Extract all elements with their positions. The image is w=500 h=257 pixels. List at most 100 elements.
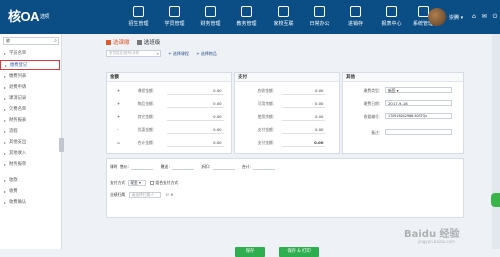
gear-icon xyxy=(417,6,429,17)
person-icon[interactable]: ⚇ xyxy=(166,192,169,197)
pay-method-select[interactable]: 现金 ▾ xyxy=(128,180,147,186)
pay-row-balance: 可用余额： 0.00 xyxy=(257,101,326,108)
receipt-number-input[interactable]: 170918042966-903TQu xyxy=(385,113,453,119)
subtotal-value xyxy=(253,165,276,170)
amount-row-course: + 课程金额： 0.00 xyxy=(116,88,224,95)
amount-title: 金额 xyxy=(107,73,231,82)
pay-amount-input[interactable]: 0.00 xyxy=(281,126,326,134)
add-course-button[interactable]: + 选择课程 xyxy=(168,51,189,57)
watermark: Baidu 经验 xyxy=(404,229,460,240)
other-title: 其他 xyxy=(343,73,463,82)
tab-select-class[interactable]: 选班级 xyxy=(136,38,160,46)
amount-row-other: + 其它金额： 0.00 xyxy=(116,113,224,121)
class-tab-icon xyxy=(136,39,142,45)
search-icon[interactable]: ⌕ xyxy=(157,51,159,56)
main-content: 选课缴 选班级 学员姓名/账号/手机 ⌕ + 选择课程 + 选择物品 金额 + 课程… xyxy=(66,34,500,257)
nav-home-school[interactable]: 家校互联 xyxy=(266,0,301,34)
payment-date-input[interactable]: 2017-9-18 xyxy=(385,100,453,106)
pay-method-row: 支付方式 现金 ▾ 组合支付方式 xyxy=(110,180,179,186)
pay-row-amount-2: 支付金额： 0.00 xyxy=(257,140,326,147)
add-item-button[interactable]: + 选择物品 xyxy=(196,51,217,57)
calendar-icon xyxy=(241,6,252,17)
nav-finance[interactable]: 财务管理 xyxy=(193,0,228,34)
sidebar-item-finance-form[interactable]: 财务报单 xyxy=(0,160,60,170)
nav-enrollment[interactable]: 招生管理 xyxy=(121,0,156,34)
payment-type-select[interactable]: 新签 ▾ xyxy=(385,87,453,93)
action-row: 学员姓名/账号/手机 ⌕ + 选择课程 + 选择物品 xyxy=(106,50,217,57)
amount-panel: 金额 + 课程金额： 0.00 + 物品金额： 0.00 + 其它金额： 0.00 - 优惠金… xyxy=(106,72,232,154)
logo-main: 核 xyxy=(8,9,21,24)
finance-icon xyxy=(205,6,216,17)
other-row-type: 缴费类型： 新签 ▾ xyxy=(343,87,463,94)
sidebar-item-flow[interactable]: 流程 xyxy=(0,127,60,137)
briefcase-icon xyxy=(314,6,325,17)
sales-owner-select[interactable]: 请选择归属人 xyxy=(129,192,162,198)
other-row-receipt: 收据编号： 170918042966-903TQu xyxy=(343,113,463,120)
student-search-input[interactable]: 学员姓名/账号/手机 ⌕ xyxy=(106,50,161,57)
pay-row-use-balance: 使用余额： 0.00 xyxy=(257,113,326,121)
pay-title: 支付 xyxy=(235,73,339,82)
amount-row-discount: - 优惠金额： 0.00 xyxy=(116,126,224,134)
bottom-panel: 课时 售价： 赠送： 折扣： 合计： 支付方式 现金 ▾ 组合支付方式 业绩归属 … xyxy=(106,158,464,218)
nav-students[interactable]: 学员管理 xyxy=(157,0,192,34)
sales-row: 业绩归属 请选择归属人 ⚇ ✕ xyxy=(110,192,174,198)
use-balance-input[interactable]: 0.00 xyxy=(281,113,326,121)
right-scrollbar[interactable] xyxy=(492,34,500,249)
sidebar-item-payment-register[interactable]: 缴费登记 xyxy=(0,60,60,71)
logo-sub: 选项 xyxy=(40,14,50,20)
home-icon xyxy=(278,6,289,17)
avatar[interactable] xyxy=(428,8,446,26)
search-icon[interactable]: ⌕ xyxy=(54,38,57,44)
tab-bar: 选课缴 选班级 xyxy=(106,38,166,48)
nav-inventory[interactable]: 进销存 xyxy=(338,0,373,34)
user-name[interactable]: 崇腾 ▾ xyxy=(449,14,463,21)
pay-row-amount: 支付金额： 0.00 xyxy=(257,126,326,134)
amount-row-total: = 合计金额： 0.00 xyxy=(116,140,224,147)
sidebar-item-charge-confirm[interactable]: 收费确认 xyxy=(0,198,60,208)
pay-panel: 支付 应收金额： 0.00 可用余额： 0.00 使用余额： 0.00 支付金额： 0.… xyxy=(234,72,340,154)
other-row-note: 备注： xyxy=(343,129,463,136)
sidebar-item-other-expense[interactable]: 其他支出 xyxy=(0,138,60,148)
watermark-url: jingyan.baidu.com xyxy=(418,239,455,244)
sidebar-collapse-handle[interactable] xyxy=(59,138,64,152)
close-icon[interactable]: ✕ xyxy=(170,192,173,197)
sidebar: 收⌕ 学员名单 缴费登记 缴费列表 退费申请 课消记录 欠费名单 财务报表 流程… xyxy=(0,34,64,249)
course-tab-icon xyxy=(106,39,111,45)
sidebar-item-finance-report[interactable]: 财务报表 xyxy=(0,116,60,126)
other-panel: 其他 缴费类型： 新签 ▾ 缴费日期： 2017-9-18 收据编号： 1709180… xyxy=(342,72,464,154)
app-logo[interactable]: 核OA选项 xyxy=(8,6,50,25)
chart-icon xyxy=(386,6,397,17)
logo-oa: OA xyxy=(20,9,40,24)
feedback-tab[interactable] xyxy=(491,193,500,207)
pay-row-receivable: 应收金额： 0.00 xyxy=(257,88,326,95)
sidebar-item-charge[interactable]: 收费 xyxy=(0,187,60,197)
top-navbar: 核OA选项 招生管理 学员管理 财务管理 教务管理 家校互联 日常办公 进销存 … xyxy=(0,0,500,34)
sidebar-item-roster[interactable]: 学员名单 xyxy=(0,49,60,59)
nav-office[interactable]: 日常办公 xyxy=(302,0,337,34)
sidebar-item-other-income[interactable]: 其他收入 xyxy=(0,149,60,159)
sidebar-search-input[interactable]: 收 ⌕ xyxy=(3,37,59,45)
nav-academic[interactable]: 教务管理 xyxy=(229,0,264,34)
student-icon xyxy=(169,6,180,17)
discount-rate-input[interactable] xyxy=(212,165,235,170)
other-row-date: 缴费日期： 2017-9-18 xyxy=(343,100,463,107)
note-input[interactable] xyxy=(385,129,453,135)
amount-row-item: + 物品金额： 0.00 xyxy=(116,101,224,108)
course-detail-row: 课时 售价： 赠送： 折扣： 合计： xyxy=(110,163,281,171)
sidebar-item-refund[interactable]: 退费申请 xyxy=(0,83,60,93)
sidebar-item-arrears[interactable]: 欠费名单 xyxy=(0,105,60,115)
gift-input[interactable] xyxy=(172,165,195,170)
combo-pay-checkbox[interactable] xyxy=(150,181,155,185)
box-icon xyxy=(350,6,361,17)
sidebar-item-class-consume[interactable]: 课消记录 xyxy=(0,94,60,104)
discount-input[interactable]: 0.00 xyxy=(166,126,224,134)
other-amount-input[interactable]: 0.00 xyxy=(166,113,224,121)
tab-select-course[interactable]: 选课缴 xyxy=(106,38,130,46)
nav-reports[interactable]: 报表中心 xyxy=(374,0,409,34)
price-input[interactable] xyxy=(131,165,154,170)
users-icon xyxy=(133,6,144,17)
header-tool-icons[interactable]: ⌂ ✉ ⏻ xyxy=(472,13,499,21)
sidebar-item-payment-list[interactable]: 缴费列表 xyxy=(0,72,60,82)
sidebar-item-receipt[interactable]: 收款 xyxy=(0,176,60,186)
user-menu[interactable]: 崇腾 ▾ ⌂ ✉ ⏻ xyxy=(428,8,499,26)
